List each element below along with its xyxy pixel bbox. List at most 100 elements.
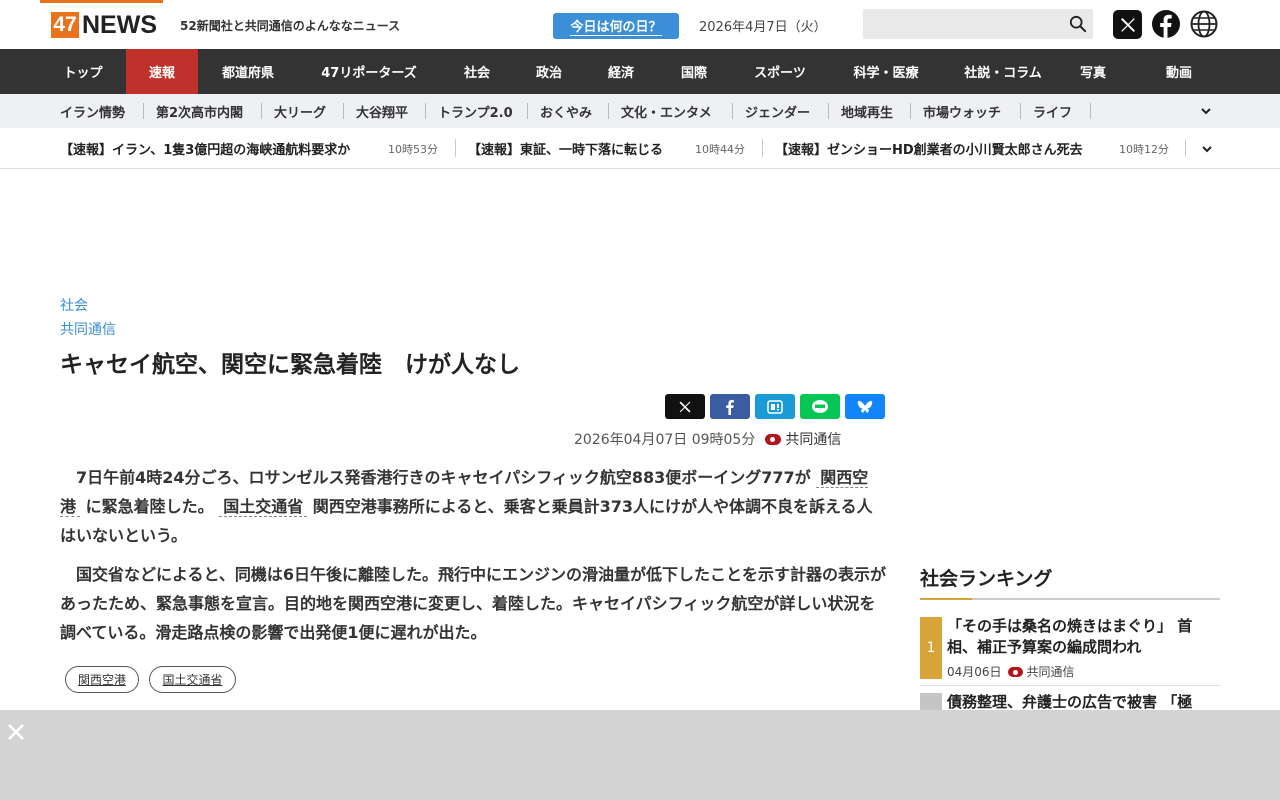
divider	[910, 103, 911, 119]
nav-item-economy[interactable]: 経済	[584, 49, 658, 94]
bluesky-icon	[857, 400, 873, 413]
site-logo[interactable]: 47 NEWS	[51, 11, 157, 39]
article-date: 2026年04月07日 09時05分	[574, 432, 756, 448]
divider	[1185, 139, 1186, 157]
ranking-item-meta: 04月06日 共同通信	[947, 663, 1075, 680]
close-icon[interactable]	[6, 722, 26, 742]
site-tagline: 52新聞社と共同通信のよんななニュース	[180, 19, 401, 33]
keyword-link-mlit[interactable]: 国土交通省	[219, 497, 308, 517]
tag-label: 国土交通省	[162, 673, 223, 687]
kyodo-logo-icon	[765, 433, 782, 445]
nav-item-science[interactable]: 科学・医療	[830, 49, 942, 94]
logo-accent-bar	[40, 0, 163, 3]
ranking-item-source: 共同通信	[1026, 665, 1075, 679]
paragraph-text: 7日午前4時24分ごろ、ロサンゼルス発香港行きのキャセイパシフィック航空883便…	[60, 468, 811, 487]
ranking-item-headline[interactable]: 「その手は桑名の焼きはまぐり」 首相、補正予算案の編成問われ	[947, 616, 1220, 658]
topic-culture[interactable]: 文化・エンタメ	[621, 94, 712, 128]
ticker-headline[interactable]: 【速報】東証、一時下落に転じる	[468, 128, 663, 169]
nav-item-top[interactable]: トップ	[40, 49, 126, 94]
article-source-link[interactable]: 共同通信	[60, 319, 116, 339]
article-source-name: 共同通信	[785, 432, 842, 448]
paragraph-text: に緊急着陸した。	[85, 497, 214, 516]
x-twitter-icon[interactable]	[1113, 10, 1142, 39]
chevron-down-icon[interactable]	[1200, 142, 1214, 156]
divider	[920, 685, 1220, 686]
topic-ohtani[interactable]: 大谷翔平	[356, 94, 408, 128]
bottom-ad-overlay	[0, 710, 1280, 800]
ticker-headline[interactable]: 【速報】ゼンショーHD創業者の小川賢太郎さん死去	[775, 128, 1083, 169]
search-icon[interactable]	[1069, 15, 1087, 33]
share-facebook-button[interactable]	[710, 394, 750, 419]
topic-iran[interactable]: イラン情勢	[60, 94, 125, 128]
nav-item-prefectures[interactable]: 都道府県	[198, 49, 298, 94]
divider	[455, 139, 456, 157]
ticker-headline[interactable]: 【速報】イラン、1隻3億円超の海峡通航料要求か	[60, 128, 350, 169]
ranking-divider	[920, 598, 1220, 600]
nav-item-sports[interactable]: スポーツ	[730, 49, 830, 94]
topic-takaichi-cabinet[interactable]: 第2次高市内閣	[156, 94, 243, 128]
ticker-time: 10時44分	[695, 142, 745, 156]
chevron-down-icon[interactable]	[1199, 104, 1213, 118]
logo-text: NEWS	[82, 10, 157, 39]
divider	[732, 103, 733, 119]
nav-item-videos[interactable]: 動画	[1122, 49, 1236, 94]
ticker-time: 10時53分	[388, 142, 438, 156]
today-in-history-button[interactable]: 今日は何の日？	[553, 13, 679, 39]
topic-obituaries[interactable]: おくやみ	[540, 94, 592, 128]
nav-item-society[interactable]: 社会	[440, 49, 514, 94]
nav-item-politics[interactable]: 政治	[514, 49, 584, 94]
nav-item-photos[interactable]: 写真	[1064, 49, 1122, 94]
share-hatena-button[interactable]	[755, 394, 795, 419]
search-input[interactable]	[863, 9, 1093, 39]
divider	[261, 103, 262, 119]
tag-kansai-airport[interactable]: 関西空港	[65, 666, 139, 693]
topic-regional[interactable]: 地域再生	[841, 94, 893, 128]
facebook-icon[interactable]	[1152, 10, 1180, 38]
topic-trump[interactable]: トランプ2.0	[438, 94, 513, 128]
topic-market[interactable]: 市場ウォッチ	[923, 94, 1001, 128]
article-category[interactable]: 社会	[60, 295, 88, 315]
rank-number: 1	[920, 617, 942, 679]
divider	[1020, 103, 1021, 119]
main-navigation: トップ 速報 都道府県 47リポーターズ 社会 政治 経済 国際 スポーツ 科学…	[0, 49, 1280, 94]
breaking-news-ticker: 【速報】イラン、1隻3億円超の海峡通航料要求か 10時53分 【速報】東証、一時…	[0, 128, 1280, 169]
share-x-button[interactable]	[665, 394, 705, 419]
article-title: キャセイ航空、関空に緊急着陸 けが人なし	[60, 352, 520, 378]
facebook-icon	[726, 399, 734, 415]
nav-item-editorials[interactable]: 社説・コラム	[942, 49, 1064, 94]
kyodo-logo-icon	[1007, 666, 1023, 677]
header-date: 2026年4月7日（火）	[699, 20, 827, 35]
logo-number: 47	[51, 12, 79, 38]
today-button-label: 今日は何の日？	[570, 16, 662, 36]
divider	[762, 139, 763, 157]
divider	[828, 103, 829, 119]
nav-item-47reporters[interactable]: 47リポーターズ	[298, 49, 440, 94]
globe-language-icon[interactable]	[1190, 10, 1218, 38]
article-source[interactable]: 共同通信	[765, 429, 841, 449]
divider	[1090, 103, 1091, 119]
line-icon	[812, 399, 828, 413]
share-line-button[interactable]	[800, 394, 840, 419]
nav-item-breaking[interactable]: 速報	[126, 49, 198, 94]
x-icon	[679, 401, 691, 412]
divider	[608, 103, 609, 119]
topic-mlb[interactable]: 大リーグ	[274, 94, 326, 128]
divider	[143, 103, 144, 119]
topic-life[interactable]: ライフ	[1033, 94, 1072, 128]
topic-navigation: イラン情勢 第2次高市内閣 大リーグ 大谷翔平 トランプ2.0 おくやみ 文化・…	[0, 94, 1280, 128]
divider	[425, 103, 426, 119]
tag-label: 関西空港	[77, 673, 126, 687]
article-paragraph: 7日午前4時24分ごろ、ロサンゼルス発香港行きのキャセイパシフィック航空883便…	[60, 463, 886, 550]
ranking-title: 社会ランキング	[920, 568, 1053, 590]
site-header: 47 NEWS 52新聞社と共同通信のよんななニュース 今日は何の日？ 2026…	[0, 0, 1280, 49]
topic-gender[interactable]: ジェンダー	[745, 94, 810, 128]
ticker-time: 10時12分	[1119, 142, 1169, 156]
hatena-bookmark-icon	[767, 399, 783, 414]
share-bluesky-button[interactable]	[845, 394, 885, 419]
article-meta: 2026年04月07日 09時05分 共同通信	[574, 429, 841, 449]
divider	[343, 103, 344, 119]
nav-item-international[interactable]: 国際	[658, 49, 730, 94]
divider	[527, 103, 528, 119]
article-paragraph: 国交省などによると、同機は6日午後に離陸した。飛行中にエンジンの滑油量が低下した…	[60, 565, 887, 642]
tag-mlit[interactable]: 国土交通省	[149, 666, 236, 693]
